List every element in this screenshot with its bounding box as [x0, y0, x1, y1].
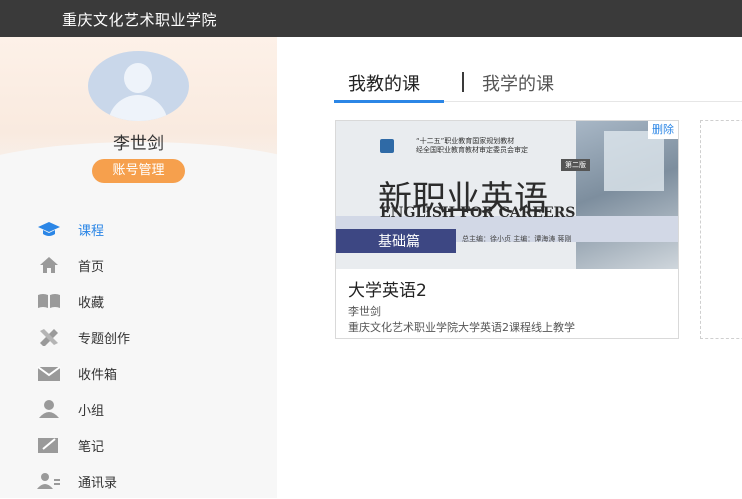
sidebar-item-topic-creation[interactable]: 专题创作 [0, 319, 277, 355]
cover-editors: 总主编：徐小贞 主编：谭海涛 蒋刚 [462, 235, 572, 243]
course-cover[interactable]: “十二五”职业教育国家规划教材 经全国职业教育教材审定委员会审定 第二版 新职业… [336, 121, 678, 269]
course-card[interactable]: “十二五”职业教育国家规划教材 经全国职业教育教材审定委员会审定 第二版 新职业… [335, 120, 679, 339]
account-management-button[interactable]: 账号管理 [92, 159, 185, 183]
user-name: 李世剑 [113, 134, 164, 154]
school-name: 重庆文化艺术职业学院 [62, 11, 218, 29]
course-description: 重庆文化艺术职业学院大学英语2课程线上教学 [348, 321, 575, 334]
book-icon [37, 292, 61, 310]
sidebar-item-inbox[interactable]: 收件箱 [0, 355, 277, 391]
sidebar-item-notes[interactable]: 笔记 [0, 427, 277, 463]
course-teacher: 李世剑 [348, 305, 381, 318]
active-tab-indicator [334, 100, 444, 103]
sidebar-item-group[interactable]: 小组 [0, 391, 277, 427]
sidebar: 李世剑 账号管理 课程 首页 收藏 专题创作 收件箱 小组 笔记 通讯录 [0, 37, 277, 498]
tab-teaching-courses[interactable]: 我教的课 [348, 70, 420, 96]
sidebar-item-label: 小组 [78, 404, 105, 419]
sidebar-item-label: 收件箱 [78, 368, 118, 383]
sidebar-item-favorites[interactable]: 收藏 [0, 283, 277, 319]
sidebar-nav: 课程 首页 收藏 专题创作 收件箱 小组 笔记 通讯录 [0, 211, 277, 499]
cover-top-line-2: 经全国职业教育教材审定委员会审定 [416, 146, 528, 154]
add-course-card[interactable] [700, 120, 742, 339]
sidebar-item-label: 首页 [78, 260, 105, 275]
cover-title-en: ENGLISH FOR CAREERS [380, 205, 576, 221]
user-icon [37, 400, 61, 418]
main-content: 我教的课 我学的课 “十二五”职业教育国家规划教材 经全国职业教育教材审定委员会… [277, 37, 742, 498]
pencil-ruler-icon [37, 328, 61, 347]
avatar[interactable] [88, 51, 189, 121]
top-bar: 重庆文化艺术职业学院 [0, 0, 742, 37]
sidebar-item-label: 通讯录 [78, 476, 118, 491]
contacts-icon [37, 472, 61, 490]
sidebar-item-label: 课程 [78, 224, 105, 239]
sidebar-item-label: 笔记 [78, 440, 105, 455]
cover-band-label: 基础篇 [378, 234, 420, 250]
course-title[interactable]: 大学英语2 [348, 276, 427, 301]
sidebar-item-home[interactable]: 首页 [0, 247, 277, 283]
sidebar-item-label: 专题创作 [78, 332, 131, 347]
course-tabs: 我教的课 我学的课 [334, 70, 742, 103]
tab-separator [462, 72, 464, 92]
inbox-icon [37, 364, 61, 382]
tab-learning-courses[interactable]: 我学的课 [482, 70, 554, 96]
delete-button[interactable]: 删除 [648, 121, 678, 139]
cover-edition: 第二版 [561, 159, 590, 171]
sidebar-item-label: 收藏 [78, 296, 105, 311]
book-logo-icon [380, 139, 394, 153]
home-icon [37, 256, 61, 274]
graduation-cap-icon [37, 220, 61, 238]
sidebar-item-contacts[interactable]: 通讯录 [0, 463, 277, 499]
notebook-icon [37, 436, 61, 454]
sidebar-item-courses[interactable]: 课程 [0, 211, 277, 247]
